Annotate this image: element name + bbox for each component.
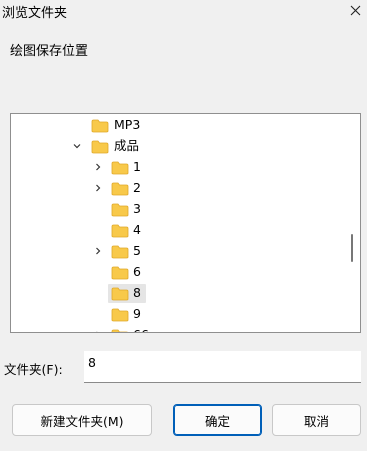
chevron-right-icon[interactable] <box>93 183 103 193</box>
tree-item-5[interactable]: 5 <box>11 242 345 261</box>
folder-name-input[interactable] <box>84 351 361 383</box>
tree-item-3[interactable]: 3 <box>11 200 345 219</box>
tree-scrollbar[interactable] <box>345 114 360 332</box>
tree-item-mp3[interactable]: MP3 <box>11 116 345 135</box>
tree-item-6[interactable]: 6 <box>11 263 345 282</box>
tree-item-label: 4 <box>133 222 141 237</box>
tree-item-label: 8 <box>133 285 141 300</box>
tree-item-label: 9 <box>133 306 141 321</box>
folder-tree[interactable]: MP3 成品 1 2 3 4 5 6 8 9 <box>10 113 361 333</box>
tree-item-label: 66 <box>133 327 149 332</box>
folder-icon <box>111 287 129 301</box>
folder-icon <box>111 329 128 332</box>
tree-item-label: 成品 <box>114 138 140 153</box>
folder-tree-viewport: MP3 成品 1 2 3 4 5 6 8 9 <box>11 114 345 332</box>
close-button[interactable] <box>345 0 367 22</box>
window-title: 浏览文件夹 <box>2 6 68 21</box>
tree-item-label: 1 <box>133 159 141 174</box>
chevron-right-icon[interactable] <box>93 330 103 332</box>
folder-icon <box>111 308 129 322</box>
tree-item-9[interactable]: 9 <box>11 305 345 324</box>
folder-icon <box>111 245 129 259</box>
folder-icon <box>111 224 129 238</box>
folder-icon <box>111 161 129 175</box>
tree-item-label: MP3 <box>114 117 141 132</box>
cancel-button[interactable]: 取消 <box>272 404 361 436</box>
new-folder-button[interactable]: 新建文件夹(M) <box>12 404 152 436</box>
tree-item-2[interactable]: 2 <box>11 179 345 198</box>
chevron-right-icon[interactable] <box>93 162 103 172</box>
folder-field-label: 文件夹(F): <box>4 362 63 377</box>
folder-icon <box>111 266 129 280</box>
tree-item-66[interactable]: 66 <box>11 326 345 332</box>
chevron-right-icon[interactable] <box>93 246 103 256</box>
tree-item-chengpin[interactable]: 成品 <box>11 137 345 156</box>
tree-item-4[interactable]: 4 <box>11 221 345 240</box>
tree-item-label: 6 <box>133 264 141 279</box>
tree-item-label: 5 <box>133 243 141 258</box>
tree-item-8-selected[interactable]: 8 <box>11 284 345 303</box>
tree-item-1[interactable]: 1 <box>11 158 345 177</box>
close-icon <box>350 5 361 16</box>
folder-icon <box>111 203 129 217</box>
title-bar: 浏览文件夹 <box>0 0 367 30</box>
tree-item-label: 2 <box>133 180 141 195</box>
folder-icon <box>91 140 109 154</box>
folder-icon <box>91 119 109 133</box>
scrollbar-thumb[interactable] <box>351 234 353 262</box>
tree-item-label: 3 <box>133 201 141 216</box>
dialog-description: 绘图保存位置 <box>10 44 89 59</box>
ok-button[interactable]: 确定 <box>173 404 262 436</box>
chevron-down-icon[interactable] <box>72 141 82 151</box>
folder-icon <box>111 182 129 196</box>
